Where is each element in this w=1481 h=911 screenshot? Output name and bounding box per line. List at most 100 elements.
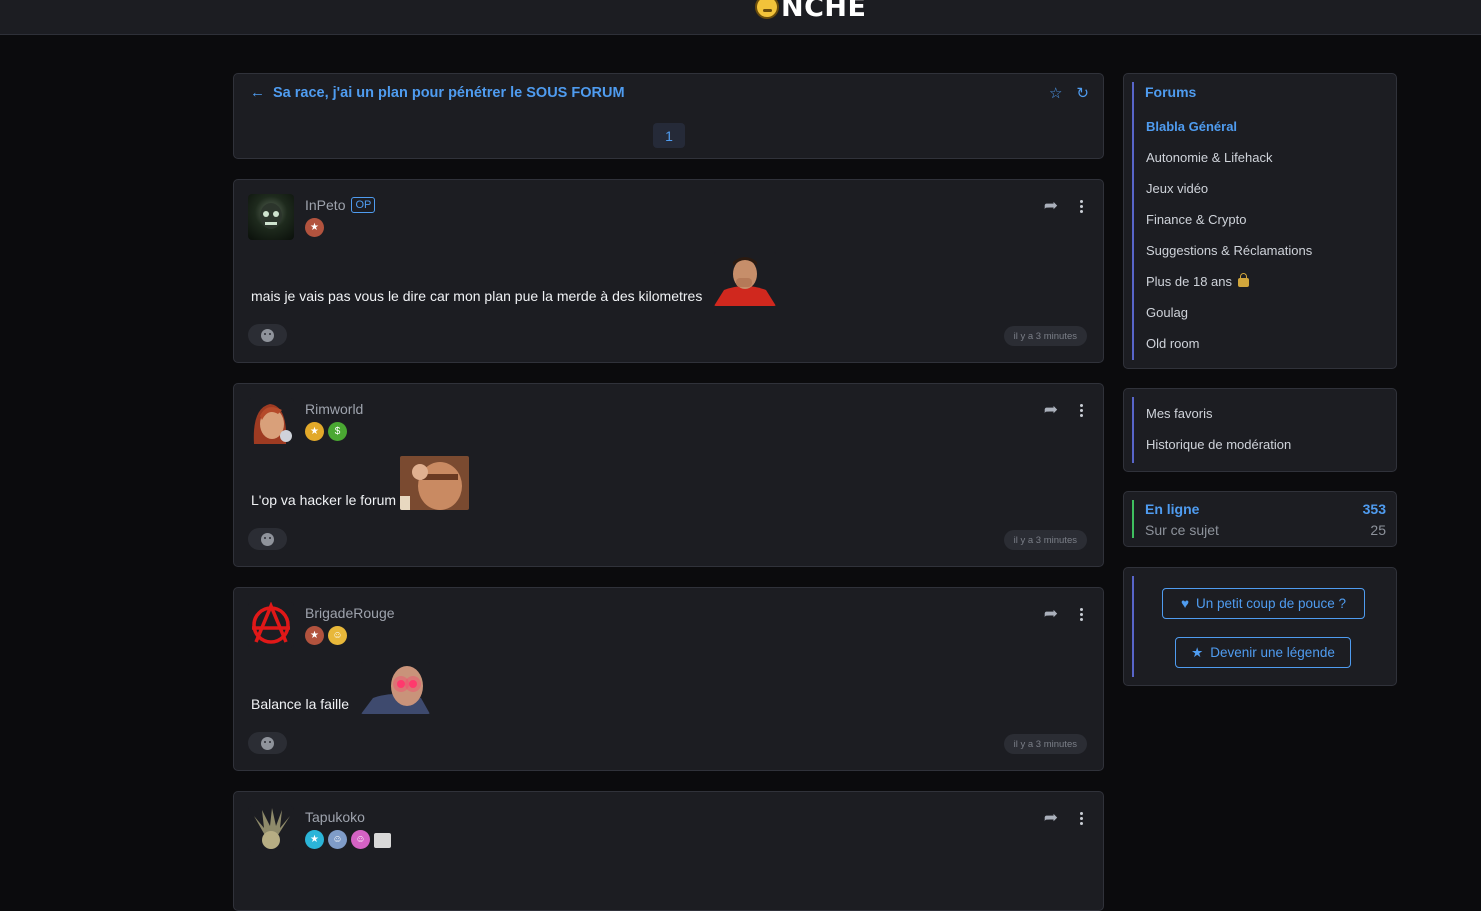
more-options-icon[interactable] xyxy=(1080,811,1083,825)
sticker-image xyxy=(714,252,777,306)
username[interactable]: BrigadeRouge xyxy=(305,605,395,621)
site-logo[interactable]: NCHE xyxy=(755,0,867,23)
online-count: 353 xyxy=(1362,501,1386,517)
forum-item-finance[interactable]: Finance & Crypto xyxy=(1146,212,1246,227)
sticker-image xyxy=(400,456,470,510)
post-actions: ➦ xyxy=(1044,400,1083,420)
bronze-star-badge-icon: ★ xyxy=(305,218,324,237)
forum-item-jeux-video[interactable]: Jeux vidéo xyxy=(1146,181,1208,196)
star-icon: ★ xyxy=(1191,644,1204,660)
topic-header: ← Sa race, j'ai un plan pour pénétrer le… xyxy=(233,73,1104,159)
bronze-star-badge-icon: ★ xyxy=(305,626,324,645)
star-icon[interactable]: ☆ xyxy=(1049,84,1062,102)
user-badges: ★ xyxy=(305,218,324,237)
topic-title[interactable]: Sa race, j'ai un plan pour pénétrer le S… xyxy=(273,85,625,101)
subject-label: Sur ce sujet xyxy=(1145,522,1219,538)
post-body: Balance la faille xyxy=(251,662,431,714)
topic-actions: ☆ ↻ xyxy=(1049,84,1089,102)
post-text: Balance la faille xyxy=(251,696,350,712)
cyan-star-badge-icon: ★ xyxy=(305,830,324,849)
forum-item-goulag[interactable]: Goulag xyxy=(1146,305,1188,320)
username-text[interactable]: Tapukoko xyxy=(305,809,365,825)
forum-item-old-room[interactable]: Old room xyxy=(1146,336,1199,351)
green-badge-icon: $ xyxy=(328,422,347,441)
forum-item-label: Autonomie & Lifehack xyxy=(1146,150,1273,165)
post-card: Tapukoko ★ ☺ ☺ ➦ xyxy=(233,791,1104,911)
forums-title: Forums xyxy=(1145,84,1197,100)
post-body: mais je vais pas vous le dire car mon pl… xyxy=(251,252,777,306)
forums-panel: Forums Blabla Général Autonomie & Lifeha… xyxy=(1123,73,1397,369)
op-badge: OP xyxy=(351,197,376,213)
forum-item-blabla-general[interactable]: Blabla Général xyxy=(1146,119,1237,134)
username[interactable]: InPeto OP xyxy=(305,197,376,213)
forum-item-suggestions[interactable]: Suggestions & Réclamations xyxy=(1146,243,1312,258)
post-text: L'op va hacker le forum xyxy=(251,492,397,508)
forums-accent-bar xyxy=(1132,82,1134,360)
avatar[interactable] xyxy=(248,398,294,444)
online-title: En ligne xyxy=(1145,501,1200,517)
avatar[interactable] xyxy=(248,806,294,852)
username-text[interactable]: Rimworld xyxy=(305,401,363,417)
become-legend-button[interactable]: ★ Devenir une légende xyxy=(1175,637,1351,668)
reaction-face-icon xyxy=(261,736,274,750)
heart-icon: ♥ xyxy=(1180,596,1189,611)
reaction-button[interactable] xyxy=(248,528,287,550)
smiley-badge-icon: ☺ xyxy=(328,626,347,645)
moderation-history-label: Historique de modération xyxy=(1146,437,1292,452)
online-panel: En ligne 353 Sur ce sujet 25 xyxy=(1123,491,1397,547)
moderation-history-link[interactable]: Historique de modération xyxy=(1146,437,1291,452)
post-actions: ➦ xyxy=(1044,196,1083,216)
more-options-icon[interactable] xyxy=(1080,607,1083,621)
pink-badge-icon: ☺ xyxy=(351,830,370,849)
page-button[interactable]: 1 xyxy=(653,123,685,148)
username[interactable]: Rimworld xyxy=(305,401,363,417)
forum-item-label: Blabla Général xyxy=(1146,119,1238,134)
thumb-up-button[interactable]: ♥ Un petit coup de pouce ? xyxy=(1162,588,1365,619)
reaction-button[interactable] xyxy=(248,732,287,754)
username-text[interactable]: BrigadeRouge xyxy=(305,605,395,621)
forum-item-label: Suggestions & Réclamations xyxy=(1146,243,1313,258)
forum-item-label: Goulag xyxy=(1146,305,1188,320)
avatar[interactable] xyxy=(248,602,294,648)
share-icon[interactable]: ➦ xyxy=(1044,400,1058,420)
share-icon[interactable]: ➦ xyxy=(1044,808,1058,828)
post-body: L'op va hacker le forum xyxy=(251,456,470,510)
post-actions: ➦ xyxy=(1044,604,1083,624)
post-card: Rimworld ★ $ ➦ L'op va hacker le forum i… xyxy=(233,383,1104,567)
subject-count: 25 xyxy=(1370,522,1386,538)
online-accent-bar xyxy=(1132,500,1134,538)
more-options-icon[interactable] xyxy=(1080,403,1083,417)
forum-item-label: Plus de 18 ans xyxy=(1146,274,1233,289)
refresh-icon[interactable]: ↻ xyxy=(1076,84,1089,102)
forum-item-label: Jeux vidéo xyxy=(1146,181,1209,196)
become-legend-label: Devenir une légende xyxy=(1210,645,1335,660)
reaction-button[interactable] xyxy=(248,324,287,346)
share-icon[interactable]: ➦ xyxy=(1044,604,1058,624)
favorites-label: Mes favoris xyxy=(1146,406,1213,421)
logo-text: NCHE xyxy=(781,0,867,23)
links-accent-bar xyxy=(1132,397,1134,463)
reaction-face-icon xyxy=(261,532,274,546)
share-icon[interactable]: ➦ xyxy=(1044,196,1058,216)
post-card: InPeto OP ★ ➦ mais je vais pas vous le d… xyxy=(233,179,1104,363)
forum-item-plus-18[interactable]: Plus de 18 ans xyxy=(1146,273,1250,289)
favorites-link[interactable]: Mes favoris xyxy=(1146,406,1212,421)
back-arrow-icon[interactable]: ← xyxy=(250,84,265,101)
username-text[interactable]: InPeto xyxy=(305,197,345,213)
forum-item-autonomie[interactable]: Autonomie & Lifehack xyxy=(1146,150,1272,165)
forum-item-label: Old room xyxy=(1146,336,1200,351)
post-card: BrigadeRouge ★ ☺ ➦ Balance la faille il … xyxy=(233,587,1104,771)
topic-title-row: ← Sa race, j'ai un plan pour pénétrer le… xyxy=(250,84,625,101)
username[interactable]: Tapukoko xyxy=(305,809,365,825)
sticker-image xyxy=(361,662,431,714)
post-time: il y a 3 minutes xyxy=(1003,326,1087,346)
lock-icon xyxy=(1238,273,1250,287)
post-actions: ➦ xyxy=(1044,808,1083,828)
reaction-face-icon xyxy=(261,328,274,342)
face-badge-icon: ☺ xyxy=(328,830,347,849)
post-time: il y a 3 minutes xyxy=(1003,530,1087,550)
avatar[interactable] xyxy=(248,194,294,240)
user-badges: ★ ☺ ☺ xyxy=(305,830,391,849)
thumb-up-label: Un petit coup de pouce ? xyxy=(1195,596,1347,611)
more-options-icon[interactable] xyxy=(1080,199,1083,213)
